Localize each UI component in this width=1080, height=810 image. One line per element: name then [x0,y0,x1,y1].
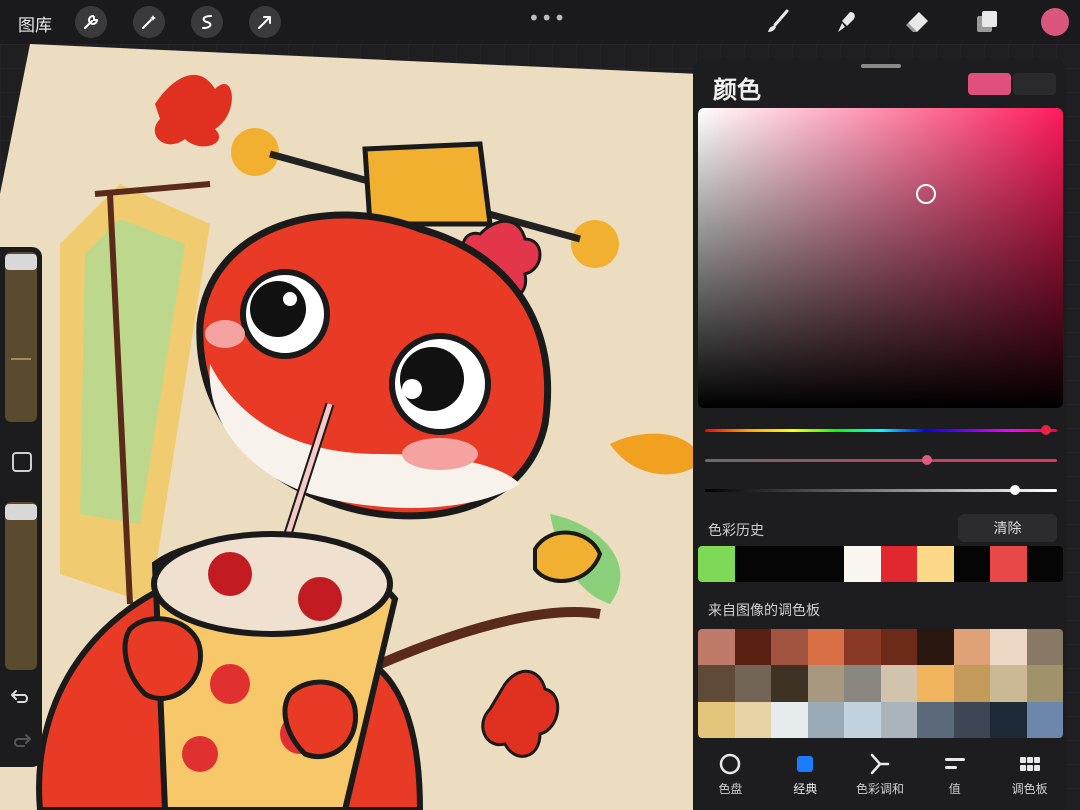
history-label: 色彩历史 [708,523,764,539]
opacity-slider[interactable] [5,502,37,670]
history-swatch[interactable] [698,546,735,582]
history-swatch[interactable] [844,546,881,582]
palette-swatch[interactable] [990,665,1027,702]
palette-swatch[interactable] [807,665,844,702]
palette-swatch[interactable] [880,701,917,738]
palette-swatch[interactable] [990,701,1027,738]
brush-size-slider[interactable] [5,252,37,422]
tab-label: 调色板 [1011,782,1048,796]
brightness-slider[interactable] [705,485,1057,495]
tab-classic[interactable]: 经典 [768,746,843,806]
history-swatch[interactable] [953,546,990,582]
saturation-slider[interactable] [705,455,1057,465]
hue-slider[interactable] [705,425,1057,435]
panel-grabber[interactable] [861,64,901,68]
palette-swatch[interactable] [771,701,808,738]
palette-swatch[interactable] [771,629,808,666]
palette-swatch[interactable] [698,665,735,702]
wrench-icon[interactable] [75,6,107,38]
gallery-button[interactable]: 图库 [18,11,52,36]
magic-wand-icon[interactable] [133,6,165,38]
history-swatch[interactable] [807,546,844,582]
history-swatch[interactable] [771,546,808,582]
palette-swatch[interactable] [844,629,881,666]
palette-swatch[interactable] [1026,701,1063,738]
palette-swatch[interactable] [880,665,917,702]
palette-swatch[interactable] [917,665,954,702]
palette-swatch[interactable] [953,701,990,738]
palette-grid-icon [1017,752,1043,776]
palette-swatch[interactable] [1026,665,1063,702]
history-swatch[interactable] [1026,546,1063,582]
palette-swatch[interactable] [917,701,954,738]
tab-palettes[interactable]: 调色板 [992,746,1067,806]
palette-swatch[interactable] [880,629,917,666]
previous-color-swatch[interactable] [1013,73,1056,95]
opacity-thumb[interactable] [5,504,37,520]
history-swatch[interactable] [917,546,954,582]
color-mode-tabs: 色盘 经典 色彩调和 值 调色板 [693,746,1067,806]
tab-disc[interactable]: 色盘 [693,746,768,806]
panel-title: 颜色 [713,76,761,104]
tab-value[interactable]: 值 [917,746,992,806]
slider-tick [11,358,31,360]
palette-swatch[interactable] [990,629,1027,666]
selection-icon[interactable] [191,6,223,38]
left-sidebar [0,247,42,767]
tab-harmony[interactable]: 色彩调和 [843,746,918,806]
history-swatch[interactable] [880,546,917,582]
palette-swatch[interactable] [953,665,990,702]
clear-button[interactable]: 清除 [958,514,1057,542]
history-swatch[interactable] [734,546,771,582]
tab-label: 色盘 [718,782,743,796]
more-options-icon[interactable]: ••• [528,6,566,30]
active-color-button[interactable] [1041,8,1069,36]
palette-swatch[interactable] [734,701,771,738]
history-swatch[interactable] [990,546,1027,582]
palette-swatch[interactable] [698,629,735,666]
tab-label: 值 [948,782,961,796]
palette-swatch[interactable] [953,629,990,666]
color-panel: 颜色 色彩历史 清除 来自图像的调色板 色盘 经典 色彩调和 值 调色板 [693,58,1067,810]
image-palette-label: 来自图像的调色板 [708,603,820,619]
redo-icon[interactable] [10,731,32,751]
brightness-thumb[interactable] [1009,485,1020,495]
harmony-icon [867,752,893,776]
palette-swatch[interactable] [1026,629,1063,666]
palette-swatch[interactable] [734,629,771,666]
value-bars-icon [942,752,968,776]
color-history [698,546,1063,582]
palette-swatch[interactable] [844,701,881,738]
smudge-icon[interactable] [833,8,861,36]
classic-square-icon [792,752,818,776]
palette-swatch[interactable] [771,665,808,702]
palette-swatch[interactable] [698,701,735,738]
brush-icon[interactable] [763,8,791,36]
image-palette [698,629,1063,738]
eraser-icon[interactable] [903,8,931,36]
layers-icon[interactable] [973,8,1001,36]
palette-swatch[interactable] [734,665,771,702]
saturation-thumb[interactable] [921,455,932,465]
palette-swatch[interactable] [807,701,844,738]
color-picker-handle[interactable] [916,184,936,204]
tab-label: 色彩调和 [855,782,904,796]
palette-swatch[interactable] [844,665,881,702]
disc-icon [717,752,743,776]
top-toolbar: 图库 ••• [0,0,1080,44]
tab-label: 经典 [793,782,818,796]
undo-icon[interactable] [10,687,32,707]
palette-swatch[interactable] [917,629,954,666]
hue-thumb[interactable] [1041,425,1052,435]
transform-arrow-icon[interactable] [249,6,281,38]
current-color-swatch[interactable] [968,73,1011,95]
saturation-brightness-square[interactable] [698,108,1063,408]
palette-swatch[interactable] [807,629,844,666]
brush-size-thumb[interactable] [5,254,37,270]
square-icon[interactable] [12,452,32,472]
